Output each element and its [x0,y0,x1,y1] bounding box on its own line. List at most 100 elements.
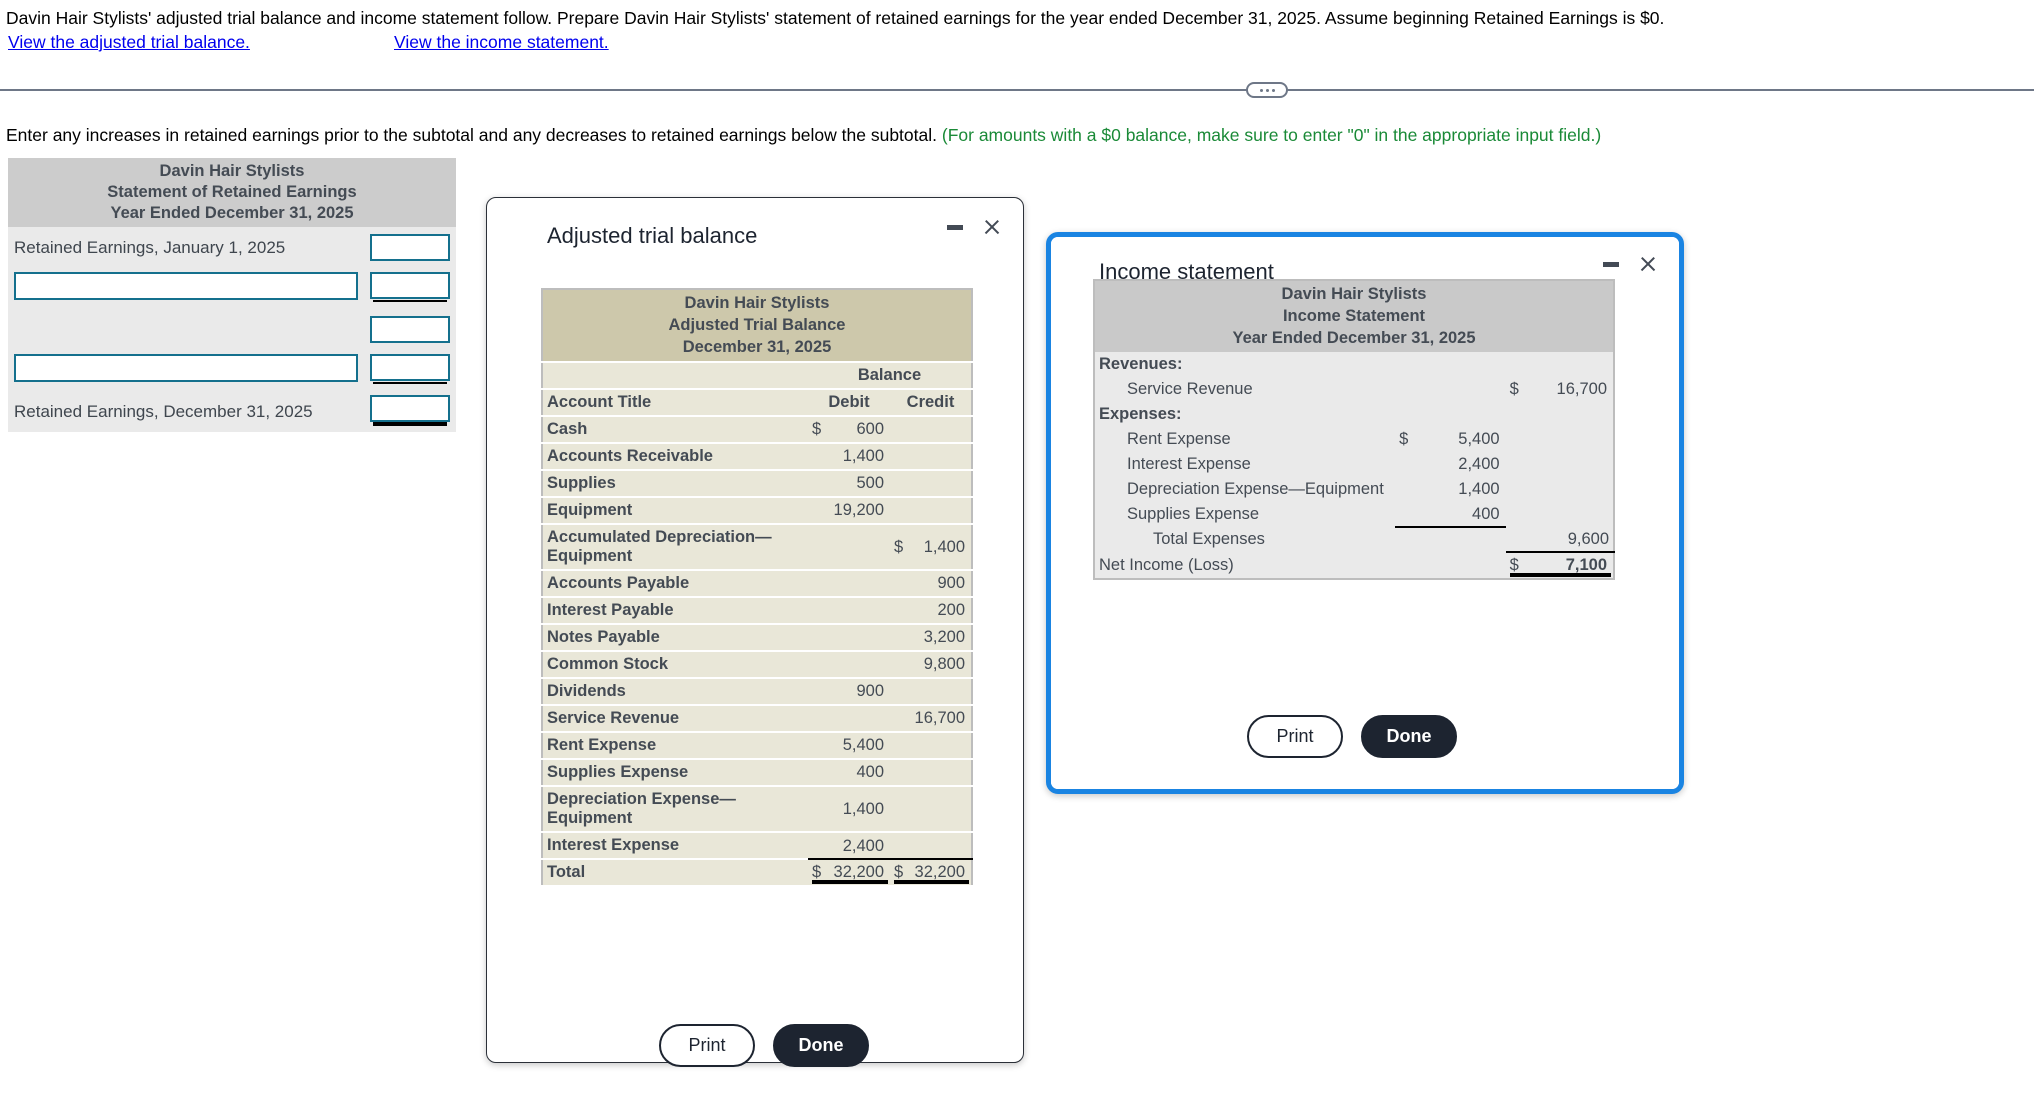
amount-value: 9,800 [923,655,965,674]
done-button[interactable]: Done [773,1024,869,1067]
total-debit: $32,200 [808,859,890,886]
amount-value: 2,400 [842,836,884,855]
total-expenses-amount: 9,600 [1505,527,1614,554]
table-row: Interest Expense 2,400 [542,832,972,861]
amount-cell: 900 [890,570,972,597]
worksheet-amount-cell [366,227,456,268]
dot-icon [1265,88,1269,92]
account-title: Cash [547,420,588,439]
table-row [8,268,456,309]
amount-cell [890,786,972,832]
table-row: Service Revenue 16,700 [542,705,972,733]
splitter-rule [0,89,2034,91]
income-statement-dialog: Income statement Davin Hair Stylists Inc… [1046,232,1684,794]
amount-input-5[interactable] [370,395,450,427]
amount-cell: 900 [808,678,890,705]
close-icon[interactable] [983,218,1001,236]
total-label: Total [547,863,586,882]
table-row: Net Income (Loss) $7,100 [1094,552,1614,579]
amount-cell [890,416,972,443]
panel-splitter[interactable] [0,82,2034,98]
table-row: Retained Earnings, January 1, 2025 [8,227,456,268]
amount-value: 400 [1472,505,1500,524]
amount-cell [890,732,972,759]
amount-value: 200 [937,601,965,620]
report-title: Davin Hair Stylists Adjusted Trial Balan… [542,289,972,363]
dialog-button-bar: Print Done [659,1024,869,1067]
report-title-row: Davin Hair Stylists Adjusted Trial Balan… [542,289,972,363]
amount-cell [890,832,972,861]
table-row: Interest Expense 2,400 [1094,452,1614,477]
table-total-row: Total $32,200 $32,200 [542,859,972,887]
worksheet-amount-cell [366,268,456,309]
table-row: Cash $600 [542,416,972,444]
amount-value: 500 [856,474,884,493]
amount-input-3[interactable] [370,316,450,344]
account-input-4[interactable] [14,353,358,382]
worksheet-row-label [8,350,366,391]
amount-cell [808,624,890,651]
amount-value: 32,200 [914,863,965,882]
currency-symbol [812,736,814,755]
currency-symbol [1399,480,1401,499]
currency-symbol [894,628,896,647]
link-view-income-statement[interactable]: View the income statement. [394,32,609,53]
amount-value: 5,400 [842,736,884,755]
dialog-inner: Income statement Davin Hair Stylists Inc… [1051,237,1679,789]
amount-cell [890,759,972,786]
total-credit: $32,200 [890,859,972,886]
currency-symbol [812,501,814,520]
currency-symbol [812,474,814,493]
amount-value: 1,400 [842,447,884,466]
amount-cell: 400 [808,759,890,786]
amount-cell: 2,400 [808,832,890,861]
table-row: Expenses: [1094,402,1614,427]
print-button[interactable]: Print [1247,715,1343,758]
currency-symbol [1399,505,1401,524]
amount-value: 900 [856,682,884,701]
table-row: Rent Expense 5,400 [542,732,972,760]
currency-symbol [812,800,814,819]
amount-cell [808,524,890,570]
expense-label: Interest Expense [1127,455,1251,474]
minimize-icon[interactable] [947,224,963,230]
problem-statement: Davin Hair Stylists' adjusted trial bala… [6,8,1665,28]
close-icon[interactable] [1639,255,1657,273]
table-row [8,309,456,350]
amount-value: 19,200 [833,501,884,520]
minimize-icon[interactable] [1603,261,1619,267]
print-button[interactable]: Print [659,1024,755,1067]
dot-icon [1271,88,1275,92]
amount-cell: 9,800 [890,651,972,678]
revenue-line-label: Service Revenue [1127,380,1253,399]
currency-symbol [812,682,814,701]
account-title: Interest Payable [547,601,674,620]
link-view-adjusted-trial-balance[interactable]: View the adjusted trial balance. [8,32,250,53]
done-button[interactable]: Done [1361,715,1457,758]
column-header-account: Account Title [547,393,652,412]
amount-value: 1,400 [842,799,884,818]
amount-input-2[interactable] [370,272,450,303]
dot-icon [1259,88,1263,92]
worksheet-row-label: Retained Earnings, December 31, 2025 [14,401,313,421]
amount-input-1[interactable] [370,234,450,262]
instruction-main: Enter any increases in retained earnings… [6,125,937,145]
splitter-drag-handle[interactable] [1246,82,1288,98]
amount-value: 16,700 [1556,380,1607,399]
account-title: Common Stock [547,655,669,674]
expense-amount: 400 [1395,502,1506,529]
report-title-line1: Davin Hair Stylists [684,294,830,312]
amount-cell: 200 [890,597,972,624]
account-input-2[interactable] [14,271,358,300]
report-title: Davin Hair Stylists Income Statement Yea… [1094,280,1614,353]
amount-value: 16,700 [914,709,965,728]
amount-input-4[interactable] [370,354,450,385]
worksheet-row-label [8,268,366,309]
report-title-line3: Year Ended December 31, 2025 [1232,328,1476,347]
table-row: Equipment 19,200 [542,497,972,525]
amount-cell [808,651,890,678]
table-row: Accounts Payable 900 [542,570,972,598]
table-row: Depreciation Expense—Equipment 1,400 [542,786,972,833]
income-statement-table: Davin Hair Stylists Income Statement Yea… [1093,279,1615,581]
column-group-header-balance: Balance [857,366,922,385]
